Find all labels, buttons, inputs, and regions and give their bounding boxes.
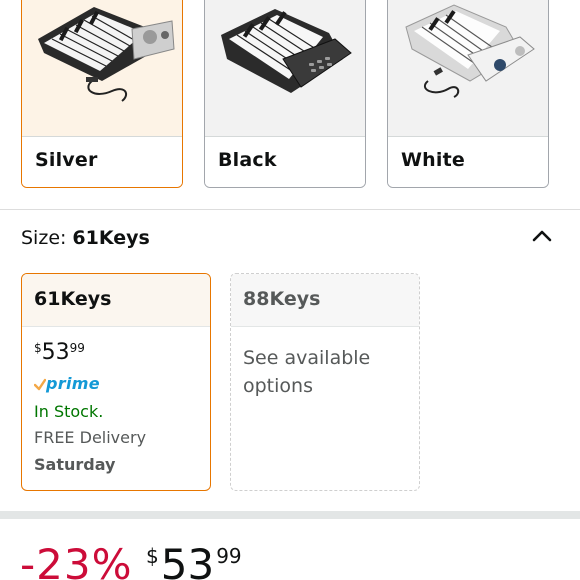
swatch-black-label-area: Black	[205, 136, 365, 187]
swatch-silver-label-area: Silver	[22, 136, 182, 187]
price-currency: $	[146, 544, 159, 568]
swatch-white-label-area: White	[388, 136, 548, 187]
delivery-day: Saturday	[34, 455, 116, 474]
swatch-label: Black	[218, 149, 277, 171]
size-option-title: 88Keys	[243, 288, 321, 310]
size-option-header: 88Keys	[231, 274, 419, 327]
size-option-88keys[interactable]: 88Keys See available options	[230, 273, 420, 491]
price-fraction: 99	[69, 341, 85, 355]
swatch-silver[interactable]: Silver	[21, 0, 183, 188]
prime-check-icon	[34, 378, 46, 391]
prime-logo: prime	[46, 374, 100, 393]
swatch-white-image	[388, 0, 548, 136]
swatch-black[interactable]: Black	[204, 0, 366, 188]
size-selector-header[interactable]: Size: 61Keys	[21, 227, 150, 249]
price-currency: $	[34, 341, 42, 355]
discount-percentage: -23%	[20, 540, 133, 580]
size-option-61keys[interactable]: 61Keys $5399 prime In Stock. FREE Delive…	[21, 273, 211, 491]
swatch-black-image	[205, 0, 365, 136]
delivery-label: FREE Delivery	[34, 428, 147, 447]
section-divider	[0, 209, 580, 210]
black-roll-up-piano-image	[221, 9, 352, 93]
white-roll-up-piano-image	[405, 4, 535, 98]
swatch-label: White	[401, 149, 465, 171]
size-option-header: 61Keys	[22, 274, 210, 327]
price-display: $53 99	[146, 540, 242, 580]
size-selected-value: 61Keys	[72, 227, 150, 249]
price-whole: 53	[41, 340, 70, 365]
swatch-label: Silver	[35, 149, 98, 171]
size-label: Size:	[21, 227, 67, 249]
chevron-up-icon[interactable]	[528, 224, 556, 246]
section-separator	[0, 511, 580, 519]
size-option-price: $5399	[34, 342, 85, 364]
stock-status: In Stock.	[34, 402, 104, 421]
price-whole: 53	[160, 540, 215, 580]
silver-roll-up-piano-image	[38, 7, 175, 102]
swatch-silver-image	[22, 0, 182, 136]
swatch-white[interactable]: White	[387, 0, 549, 188]
size-option-title: 61Keys	[34, 288, 112, 310]
price-fraction: 99	[216, 544, 242, 568]
see-available-options-text: See available options	[243, 347, 371, 397]
